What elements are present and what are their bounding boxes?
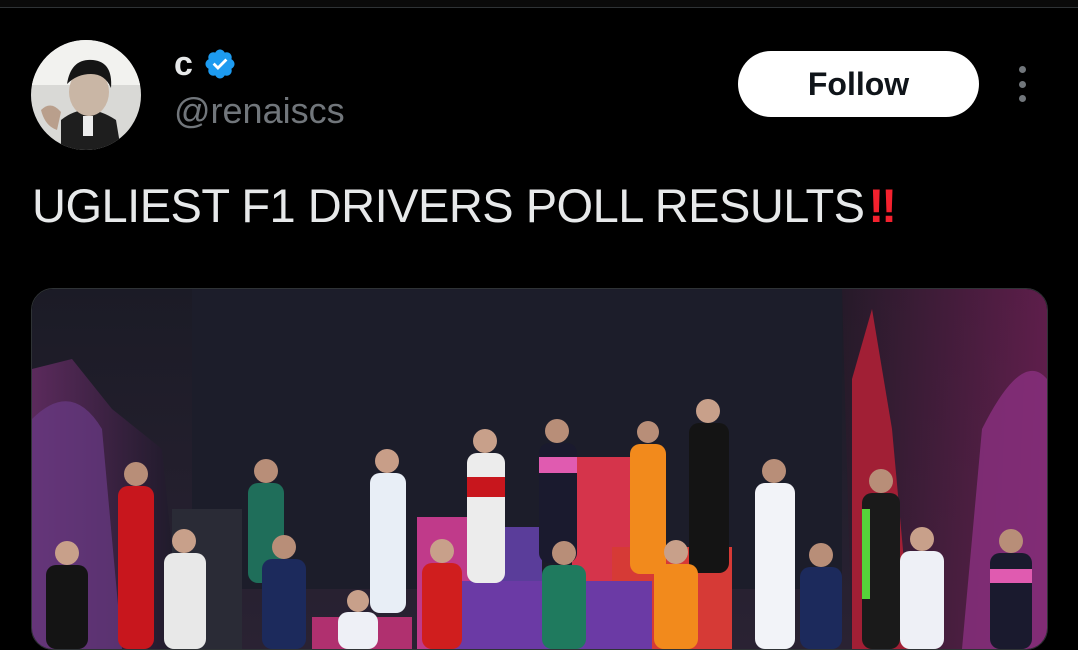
dot xyxy=(1018,66,1026,73)
follow-button[interactable]: Follow xyxy=(738,51,979,117)
avatar[interactable] xyxy=(31,40,141,150)
dot xyxy=(1018,95,1026,102)
author-name-row[interactable]: c xyxy=(174,44,237,84)
avatar-image xyxy=(31,40,141,150)
verified-badge-icon xyxy=(205,49,235,79)
display-name[interactable]: c xyxy=(174,44,193,84)
double-exclamation-emoji: ‼ xyxy=(868,179,897,232)
top-divider xyxy=(0,0,1078,8)
author-handle[interactable]: @renaiscs xyxy=(174,90,345,132)
more-vertical-icon[interactable] xyxy=(1010,66,1034,102)
tweet-text-body: UGLIEST F1 DRIVERS POLL RESULTS xyxy=(32,179,865,232)
dot xyxy=(1018,80,1026,88)
photo-f1-drivers-lineup xyxy=(32,289,1047,649)
tweet-text: UGLIEST F1 DRIVERS POLL RESULTS‼ xyxy=(32,178,897,233)
tweet-photo[interactable] xyxy=(31,288,1048,650)
